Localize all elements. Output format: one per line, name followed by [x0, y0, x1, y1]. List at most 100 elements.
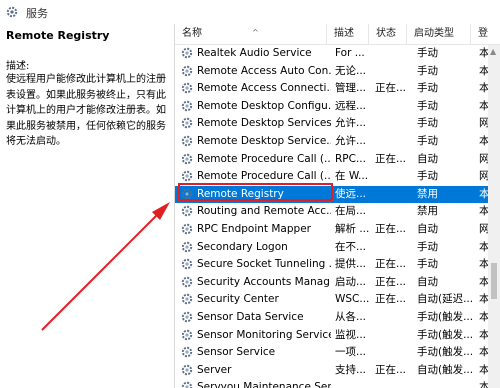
service-description-cell: 使远...	[335, 187, 367, 200]
service-startup-type: 手动	[417, 47, 438, 59]
service-row[interactable]: Secure Socket Tunneling ... 提供... 正在... 手动本	[175, 256, 490, 274]
service-description: 使远程用户能修改此计算机上的注册表设置。如果此服务被终止，只有此计算机上的用户才…	[6, 74, 166, 147]
service-name: Secondary Logon	[197, 240, 288, 253]
service-startup-type: 禁用	[417, 187, 438, 200]
gear-icon	[181, 206, 193, 217]
service-name: Remote Procedure Call (...	[197, 152, 331, 165]
service-startup-type: 手动	[417, 64, 438, 77]
scrollbar-thumb[interactable]	[491, 263, 497, 299]
column-name-header[interactable]: 名称 ^	[175, 24, 327, 44]
service-icon	[181, 133, 195, 151]
service-startup-type: 手动(触发...	[417, 346, 474, 359]
service-startup-type: 手动(触发...	[417, 311, 474, 323]
service-status: 正在...	[375, 275, 407, 288]
service-row[interactable]: Remote Desktop Service... 允许... 手动本	[175, 133, 490, 151]
gear-icon	[181, 294, 193, 305]
service-row[interactable]: Sensor Service 一项... 手动(触发... 本	[175, 344, 490, 362]
service-startup-type: 手动	[417, 99, 438, 112]
service-description-cell: 监视...	[335, 328, 367, 341]
service-description-cell: 管理...	[335, 82, 367, 95]
service-status	[375, 203, 411, 221]
gear-icon	[181, 346, 193, 358]
service-icon	[181, 98, 195, 116]
column-status-header[interactable]: 状态	[369, 24, 407, 44]
service-row[interactable]: Server 支持... 正在... 自动(触发... 本	[175, 362, 490, 380]
service-status	[375, 63, 411, 81]
service-status	[375, 115, 411, 133]
service-status: 正在...	[375, 363, 407, 376]
service-name: Routing and Remote Acc...	[197, 205, 331, 218]
column-logon-label: 登	[478, 28, 488, 39]
service-row[interactable]: Remote Procedure Call (... RPC... 正在... 自动网	[175, 151, 490, 169]
selected-service-name: Remote Registry	[6, 29, 110, 42]
service-status: 正在...	[375, 293, 407, 306]
service-name: Remote Desktop Service...	[197, 135, 331, 147]
service-row[interactable]: Security Center WSC... 正在... 自动(延迟... 本	[175, 291, 490, 309]
vertical-scrollbar[interactable]: ▲	[488, 45, 500, 388]
service-row[interactable]: Realtek Audio Service For ... 手动本	[175, 45, 490, 63]
service-status	[375, 45, 411, 63]
service-name: Security Center	[197, 293, 279, 306]
service-row[interactable]: Remote Desktop Configu... 远程... 手动本	[175, 98, 490, 116]
column-startup-label: 启动类型	[414, 28, 454, 39]
column-description-header[interactable]: 描述	[327, 24, 369, 44]
gear-icon	[181, 82, 193, 94]
gear-icon	[181, 135, 193, 147]
service-startup-type: 自动	[417, 223, 438, 235]
service-row[interactable]: Sensor Monitoring Service 监视... 手动(触发... 本	[175, 327, 490, 345]
gear-icon	[181, 118, 193, 129]
service-startup-type: 自动(延迟...	[417, 293, 474, 306]
service-row[interactable]: RPC Endpoint Mapper 解析 ... 正在... 自动网	[175, 221, 490, 239]
service-status	[375, 168, 411, 186]
scroll-up-icon[interactable]: ▲	[490, 47, 496, 56]
column-description-label: 描述	[334, 28, 354, 39]
service-description-cell: RPC...	[335, 152, 366, 165]
service-row[interactable]: Security Accounts Manag... 启动... 正在... 自动本	[175, 274, 490, 292]
service-description-cell: 支持...	[335, 363, 367, 376]
service-row[interactable]: Remote Access Connecti... 管理... 正在... 手动本	[175, 80, 490, 98]
service-row[interactable]: Remote Procedure Call (... 在 W... 手动网	[175, 168, 490, 186]
service-row[interactable]: Servyou Maintenance Ser......... 本	[175, 379, 490, 388]
service-status: 正在...	[375, 152, 407, 165]
description-label: 描述:	[6, 61, 30, 72]
gear-icon	[181, 382, 193, 388]
service-icon	[181, 379, 195, 388]
service-icon	[181, 186, 195, 204]
service-icon	[181, 291, 195, 309]
service-row[interactable]: Routing and Remote Acc... 在局... 禁用本	[175, 203, 490, 221]
service-name: Remote Desktop Configu...	[197, 99, 331, 112]
service-startup-type: 手动	[417, 82, 438, 95]
service-description-cell: 在局...	[335, 205, 367, 218]
service-name: Servyou Maintenance Ser...	[197, 381, 331, 388]
service-description-cell: 一项...	[335, 346, 367, 359]
service-name: Remote Procedure Call (...	[197, 170, 331, 183]
service-status	[375, 98, 411, 116]
service-status	[375, 186, 411, 204]
service-startup-type: ...	[417, 381, 428, 388]
service-row[interactable]: Secondary Logon 在不... 手动本	[175, 239, 490, 257]
service-row[interactable]: Remote Access Auto Con... 无论... 手动本	[175, 63, 490, 81]
service-icon	[181, 344, 195, 362]
service-startup-type: 自动	[417, 152, 438, 165]
service-startup-type: 手动	[417, 135, 438, 147]
service-row[interactable]: Remote Registry 使远... 禁用本	[175, 185, 490, 204]
column-startup-header[interactable]: 启动类型	[407, 24, 471, 44]
column-logon-header[interactable]: 登	[471, 24, 500, 44]
gear-icon	[181, 100, 193, 111]
service-description-cell: 在不...	[335, 240, 367, 253]
sort-up-icon: ^	[252, 28, 259, 37]
service-icon	[181, 221, 195, 239]
service-startup-type: 手动	[417, 240, 438, 253]
service-row[interactable]: Remote Desktop Services 允许... 手动网	[175, 115, 490, 133]
gear-icon	[181, 170, 193, 182]
service-icon	[181, 239, 195, 257]
service-row[interactable]: Sensor Data Service 从各... 手动(触发... 本	[175, 309, 490, 327]
service-name: Remote Access Connecti...	[197, 82, 331, 95]
gear-icon	[181, 276, 193, 287]
gear-icon	[181, 188, 193, 199]
service-startup-type: 禁用	[417, 205, 438, 218]
service-icon	[181, 256, 195, 274]
services-list[interactable]: 名称 ^ 描述 状态 启动类型 登 Realtek Audio Service F…	[175, 24, 500, 388]
services-gear-icon	[6, 6, 18, 18]
service-description-cell: 允许...	[335, 117, 367, 130]
